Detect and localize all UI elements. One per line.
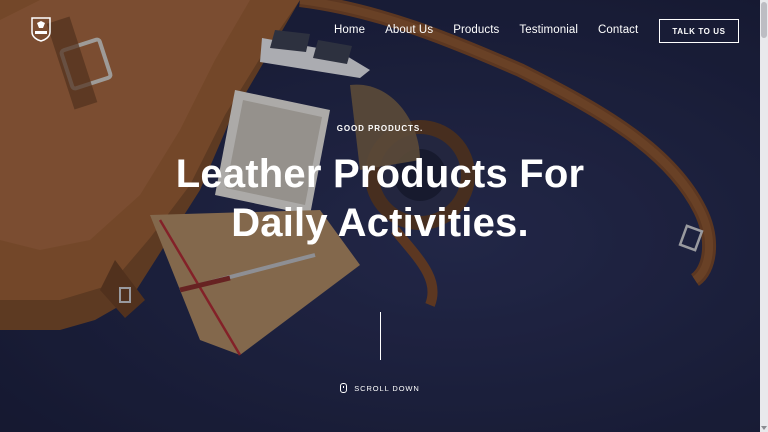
nav-link-contact[interactable]: Contact	[598, 24, 638, 36]
scroll-down-link[interactable]: SCROLL DOWN	[0, 383, 760, 393]
scroll-down-label: SCROLL DOWN	[354, 383, 420, 393]
hero-headline-line-1: Leather Products For	[175, 152, 585, 196]
nav-link-home[interactable]: Home	[334, 24, 365, 36]
brand-logo[interactable]	[30, 16, 52, 42]
nav-link-products[interactable]: Products	[453, 24, 499, 36]
talk-to-us-button[interactable]: TALK TO US	[659, 19, 739, 43]
page-scrollbar[interactable]	[760, 0, 768, 432]
scroll-down-arrow-icon[interactable]	[761, 426, 767, 430]
main-nav: Home About Us Products Testimonial Conta…	[334, 24, 658, 36]
nav-link-about-us[interactable]: About Us	[385, 24, 433, 36]
scroll-divider-line	[380, 312, 381, 360]
hero-headline-line-2: Daily Activities.	[231, 201, 529, 245]
scrollbar-thumb[interactable]	[761, 2, 767, 38]
hero-eyebrow: GOOD PRODUCTS.	[336, 124, 424, 133]
hero-headline: Leather Products For Daily Activities.	[0, 150, 760, 248]
hero-section: Home About Us Products Testimonial Conta…	[0, 0, 760, 432]
mouse-icon	[340, 383, 348, 393]
nav-link-testimonial[interactable]: Testimonial	[519, 24, 578, 36]
